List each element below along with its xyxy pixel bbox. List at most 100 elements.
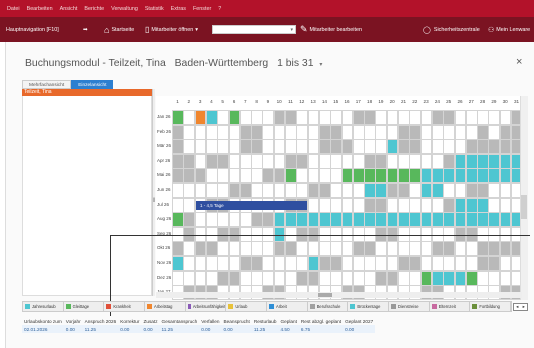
- day-cell[interactable]: [409, 256, 422, 272]
- day-cell[interactable]: [352, 168, 365, 184]
- day-cell[interactable]: [454, 270, 467, 286]
- day-cell[interactable]: [217, 110, 229, 126]
- day-cell[interactable]: [499, 183, 512, 199]
- legend-nav[interactable]: ◂ ▸: [513, 303, 528, 311]
- user-button[interactable]: ⚇ Mein Lenware: [488, 17, 530, 42]
- day-cell[interactable]: [420, 153, 433, 169]
- day-cell[interactable]: [488, 183, 501, 199]
- day-cell[interactable]: [330, 270, 342, 286]
- day-cell[interactable]: [386, 168, 399, 184]
- day-cell[interactable]: [477, 183, 489, 199]
- day-cell[interactable]: [499, 197, 512, 213]
- day-cell[interactable]: [488, 168, 501, 184]
- day-cell[interactable]: [296, 124, 309, 140]
- day-cell[interactable]: [431, 168, 444, 184]
- day-cell[interactable]: [431, 256, 444, 272]
- day-cell[interactable]: [352, 270, 365, 286]
- open-staff-button[interactable]: ▯ Mitarbeiter öffnen ▾: [145, 17, 198, 42]
- day-cell[interactable]: [205, 270, 218, 286]
- day-cell[interactable]: [296, 183, 309, 199]
- day-cell[interactable]: [239, 110, 252, 126]
- day-cell[interactable]: [364, 270, 376, 286]
- day-cell[interactable]: [296, 241, 309, 257]
- day-cell[interactable]: [431, 270, 444, 286]
- day-cell[interactable]: [273, 168, 286, 184]
- day-cell[interactable]: [273, 241, 286, 257]
- day-cell[interactable]: [420, 168, 433, 184]
- day-cell[interactable]: [477, 110, 489, 126]
- day-cell[interactable]: [318, 110, 331, 126]
- day-cell[interactable]: [251, 256, 263, 272]
- day-cell[interactable]: [228, 212, 241, 228]
- day-cell[interactable]: [431, 110, 444, 126]
- day-cell[interactable]: [341, 153, 354, 169]
- day-cell[interactable]: [398, 139, 410, 155]
- day-cell[interactable]: [420, 139, 433, 155]
- day-cell[interactable]: [488, 110, 501, 126]
- day-cell[interactable]: [307, 139, 320, 155]
- day-cell[interactable]: [499, 168, 512, 184]
- close-icon[interactable]: ×: [516, 56, 522, 68]
- day-cell[interactable]: [488, 256, 501, 272]
- day-cell[interactable]: [375, 241, 388, 257]
- day-cell[interactable]: [205, 139, 218, 155]
- day-cell[interactable]: [420, 110, 433, 126]
- day-cell[interactable]: [364, 168, 376, 184]
- day-cell[interactable]: [488, 197, 501, 213]
- day-cell[interactable]: [431, 212, 444, 228]
- security-center-button[interactable]: ◯ Sicherheitszentrale: [423, 17, 480, 42]
- tab-single-view[interactable]: Einzelansicht: [71, 80, 114, 89]
- day-cell[interactable]: [318, 270, 331, 286]
- day-cell[interactable]: [352, 197, 365, 213]
- horizontal-scroll-thumb[interactable]: [318, 293, 332, 297]
- day-cell[interactable]: [307, 212, 320, 228]
- day-cell[interactable]: [454, 241, 467, 257]
- day-cell[interactable]: [318, 168, 331, 184]
- day-cell[interactable]: [307, 153, 320, 169]
- staff-dropdown-field[interactable]: ▾: [212, 25, 296, 34]
- day-cell[interactable]: [285, 241, 297, 257]
- day-cell[interactable]: [285, 212, 297, 228]
- day-cell[interactable]: [398, 197, 410, 213]
- day-cell[interactable]: [465, 212, 478, 228]
- day-cell[interactable]: [409, 153, 422, 169]
- chevron-left-icon[interactable]: ◂: [516, 304, 518, 310]
- day-cell[interactable]: [251, 241, 263, 257]
- day-cell[interactable]: [465, 110, 478, 126]
- day-cell[interactable]: [205, 241, 218, 257]
- legend-item[interactable]: Jahresurlaub: [23, 302, 64, 311]
- person-row[interactable]: Teilzeit, Tina: [22, 89, 152, 96]
- day-cell[interactable]: [194, 183, 207, 199]
- day-cell[interactable]: [307, 197, 320, 213]
- legend-item[interactable]: Dienstreise: [389, 302, 430, 311]
- day-cell[interactable]: [330, 256, 342, 272]
- day-cell[interactable]: [398, 168, 410, 184]
- day-cell[interactable]: [375, 124, 388, 140]
- day-cell[interactable]: [239, 124, 252, 140]
- day-cell[interactable]: [443, 241, 455, 257]
- day-cell[interactable]: [262, 124, 275, 140]
- day-cell[interactable]: [228, 241, 241, 257]
- menu-item[interactable]: Statistik: [145, 6, 164, 12]
- day-cell[interactable]: [318, 153, 331, 169]
- day-cell[interactable]: [488, 212, 501, 228]
- day-cell[interactable]: [398, 124, 410, 140]
- legend-item[interactable]: Urlaub: [226, 302, 268, 311]
- day-cell[interactable]: [251, 168, 263, 184]
- day-cell[interactable]: [194, 168, 207, 184]
- day-cell[interactable]: [251, 183, 263, 199]
- menu-item[interactable]: Fenster: [193, 6, 211, 12]
- day-cell[interactable]: [488, 153, 501, 169]
- day-cell[interactable]: [409, 183, 422, 199]
- legend-item[interactable]: Gleittage: [64, 302, 105, 311]
- day-cell[interactable]: [228, 183, 241, 199]
- day-cell[interactable]: [228, 124, 241, 140]
- day-cell[interactable]: [443, 256, 455, 272]
- day-cell[interactable]: [454, 139, 467, 155]
- day-cell[interactable]: [194, 270, 207, 286]
- day-cell[interactable]: [318, 256, 331, 272]
- day-cell[interactable]: [296, 110, 309, 126]
- day-cell[interactable]: [465, 241, 478, 257]
- day-cell[interactable]: [499, 153, 512, 169]
- day-cell[interactable]: [443, 212, 455, 228]
